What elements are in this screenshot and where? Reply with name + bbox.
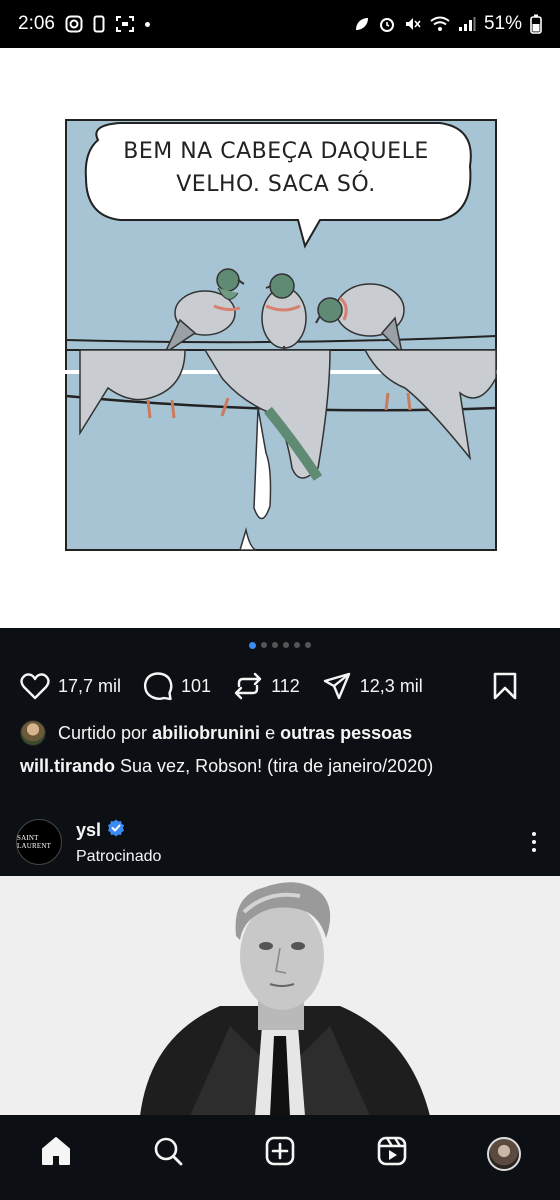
speech-text-line2: VELHO. SACA SÓ. (176, 171, 375, 197)
nav-search[interactable] (140, 1126, 196, 1182)
liked-by-others[interactable]: outras pessoas (280, 723, 412, 743)
screen-record-icon (115, 15, 135, 33)
liked-by-row[interactable]: Curtido por abiliobrunini e outras pesso… (20, 720, 412, 746)
comment-count: 101 (181, 675, 212, 696)
post-caption: will.tirando Sua vez, Robson! (tira de j… (20, 756, 433, 777)
carousel-indicator (0, 641, 560, 649)
carousel-dot (261, 642, 267, 648)
heart-icon[interactable] (20, 672, 50, 700)
comic-panel-1: BEM NA CABEÇA DAQUELE VELHO. SACA SÓ. (65, 119, 497, 371)
comic-panel-2 (60, 349, 500, 551)
repost-count: 112 (271, 675, 300, 696)
liked-by-user[interactable]: abiliobrunini (152, 723, 260, 743)
liker-avatar[interactable] (20, 720, 46, 746)
more-options-icon[interactable] (532, 832, 536, 852)
comment-icon[interactable] (143, 671, 173, 701)
post-action-bar: 17,7 mil 101 112 12,3 mil (20, 668, 540, 704)
share-count: 12,3 mil (359, 675, 423, 696)
carousel-dot (272, 642, 278, 648)
sponsored-post-header: SAINT LAURENT ysl Patrocinado (16, 814, 544, 870)
profile-avatar[interactable] (487, 1136, 521, 1171)
comment-button[interactable]: 101 (143, 671, 211, 701)
sponsored-post-image[interactable] (0, 876, 560, 1116)
liked-by-prefix: Curtido por (58, 722, 148, 743)
nav-create[interactable] (252, 1126, 308, 1182)
status-time: 2:06 (18, 13, 55, 34)
leaf-icon (354, 16, 370, 32)
carousel-dot (294, 642, 300, 648)
search-icon[interactable] (152, 1135, 184, 1172)
alarm-icon (378, 15, 396, 33)
bottom-navigation (0, 1115, 560, 1200)
nav-home[interactable] (28, 1126, 84, 1182)
phone-icon (93, 15, 105, 33)
carousel-dot (283, 642, 289, 648)
like-count: 17,7 mil (58, 675, 122, 696)
repost-button[interactable]: 112 (233, 671, 300, 701)
sponsored-label: Patrocinado (76, 847, 162, 865)
home-icon[interactable] (40, 1135, 72, 1172)
instagram-icon (65, 15, 83, 33)
bookmark-icon[interactable] (492, 671, 518, 701)
status-bar: 2:06 51% (0, 0, 560, 48)
share-button[interactable]: 12,3 mil (322, 671, 423, 701)
ysl-avatar[interactable]: SAINT LAURENT (16, 819, 62, 865)
sponsored-text: ysl Patrocinado (76, 819, 161, 866)
reels-icon[interactable] (376, 1135, 408, 1172)
battery-icon (530, 14, 542, 34)
ysl-logo-text: SAINT LAURENT (17, 834, 52, 850)
wifi-icon (430, 16, 450, 32)
send-icon[interactable] (322, 671, 352, 701)
nav-profile[interactable] (476, 1126, 532, 1182)
battery-percent: 51% (483, 13, 522, 34)
liked-by-connector: e (265, 722, 276, 743)
sponsored-user-row: ysl (76, 819, 161, 842)
carousel-dot (249, 641, 256, 649)
post-image-comic[interactable]: BEM NA CABEÇA DAQUELE VELHO. SACA SÓ. (0, 48, 560, 628)
like-button[interactable]: 17,7 mil (20, 672, 121, 700)
liked-by-text: Curtido por abiliobrunini e outras pesso… (58, 723, 412, 744)
carousel-dot (305, 642, 311, 648)
caption-username[interactable]: will.tirando (20, 756, 115, 776)
save-button[interactable] (492, 671, 518, 701)
verified-badge-icon (107, 819, 125, 842)
nav-reels[interactable] (364, 1126, 420, 1182)
notification-dot-icon (144, 21, 150, 27)
create-icon[interactable] (264, 1135, 296, 1172)
speech-text-line1: BEM NA CABEÇA DAQUELE (123, 139, 428, 164)
sponsored-username[interactable]: ysl (76, 820, 101, 841)
mute-icon (404, 15, 422, 33)
repost-icon[interactable] (233, 671, 263, 701)
signal-icon (458, 16, 476, 32)
caption-text: Sua vez, Robson! (tira de janeiro/2020) (120, 756, 434, 776)
